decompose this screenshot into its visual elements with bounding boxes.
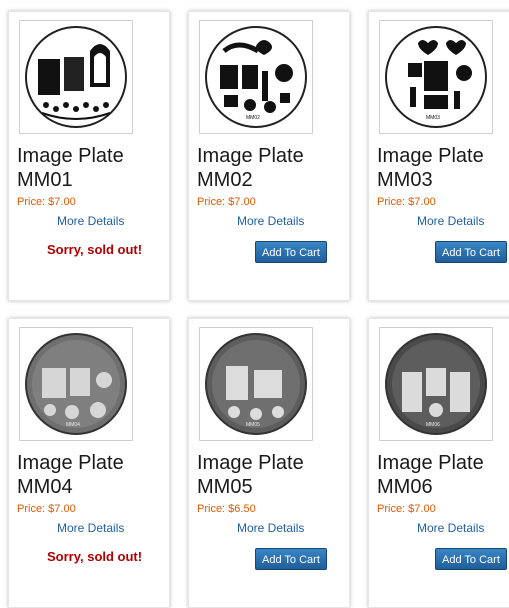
- sold-out-label: Sorry, sold out!: [47, 242, 143, 257]
- product-image[interactable]: MM04: [19, 327, 133, 441]
- more-details-link[interactable]: More Details: [57, 521, 124, 535]
- stamping-plate-icon: [20, 21, 132, 133]
- svg-text:MM06: MM06: [426, 422, 440, 428]
- more-details-link[interactable]: More Details: [237, 214, 304, 228]
- product-title[interactable]: Image Plate MM01: [17, 144, 167, 192]
- sold-out-label: Sorry, sold out!: [47, 549, 143, 564]
- product-image[interactable]: MM03: [379, 20, 493, 134]
- add-to-cart-button[interactable]: Add To Cart: [435, 241, 507, 263]
- product-title[interactable]: Image Plate MM05: [197, 451, 347, 499]
- stamping-plate-icon: MM03: [380, 21, 492, 133]
- product-price: Price: $7.00: [377, 196, 436, 208]
- svg-text:MM04: MM04: [66, 422, 80, 428]
- stamping-plate-icon: MM06: [380, 328, 492, 440]
- product-image[interactable]: MM06: [379, 327, 493, 441]
- svg-text:MM03: MM03: [426, 115, 440, 121]
- more-details-link[interactable]: More Details: [417, 521, 484, 535]
- add-to-cart-button[interactable]: Add To Cart: [255, 548, 327, 570]
- product-image[interactable]: MM02: [199, 20, 313, 134]
- product-card: MM05 Image Plate MM05 Price: $6.50 More …: [188, 318, 350, 608]
- stamping-plate-icon: MM05: [200, 328, 312, 440]
- product-card: MM04 Image Plate MM04 Price: $7.00 More …: [8, 318, 170, 608]
- svg-text:MM05: MM05: [246, 422, 260, 428]
- product-image[interactable]: MM05: [199, 327, 313, 441]
- add-to-cart-button[interactable]: Add To Cart: [255, 241, 327, 263]
- product-image[interactable]: [19, 20, 133, 134]
- product-title[interactable]: Image Plate MM02: [197, 144, 347, 192]
- more-details-link[interactable]: More Details: [237, 521, 304, 535]
- product-title[interactable]: Image Plate MM03: [377, 144, 509, 192]
- product-title[interactable]: Image Plate MM04: [17, 451, 167, 499]
- product-price: Price: $7.00: [377, 503, 436, 515]
- product-title[interactable]: Image Plate MM06: [377, 451, 509, 499]
- product-card: MM03 Image Plate MM03 Price: $7.00 More …: [368, 11, 509, 301]
- product-price: Price: $7.00: [17, 503, 76, 515]
- product-price: Price: $6.50: [197, 503, 256, 515]
- stamping-plate-icon: MM02: [200, 21, 312, 133]
- product-card: MM06 Image Plate MM06 Price: $7.00 More …: [368, 318, 509, 608]
- product-price: Price: $7.00: [197, 196, 256, 208]
- stamping-plate-icon: MM04: [20, 328, 132, 440]
- more-details-link[interactable]: More Details: [417, 214, 484, 228]
- product-card: Image Plate MM01 Price: $7.00 More Detai…: [8, 11, 170, 301]
- add-to-cart-button[interactable]: Add To Cart: [435, 548, 507, 570]
- more-details-link[interactable]: More Details: [57, 214, 124, 228]
- product-card: MM02 Image Plate MM02 Price: $7.00 More …: [188, 11, 350, 301]
- svg-text:MM02: MM02: [246, 115, 260, 121]
- product-price: Price: $7.00: [17, 196, 76, 208]
